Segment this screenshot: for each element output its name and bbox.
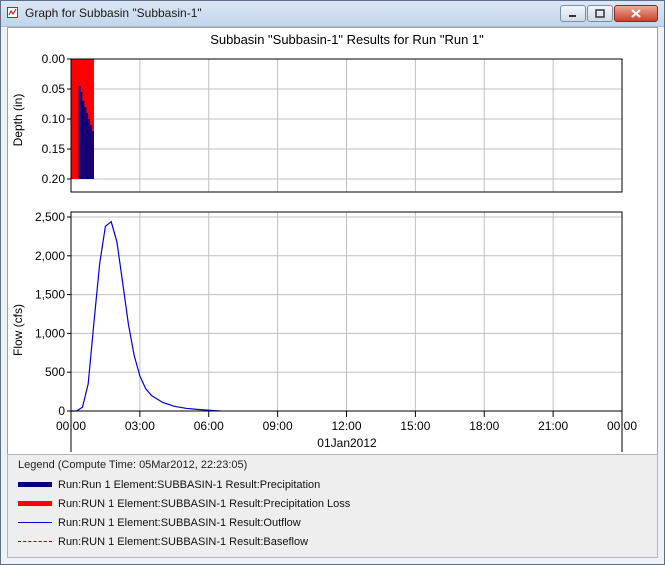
legend-label-precipitation-loss: Run:RUN 1 Element:SUBBASIN-1 Result:Prec… — [58, 498, 351, 510]
depth-grid — [70, 58, 623, 192]
precipitation-loss-swatch-bar — [18, 501, 52, 506]
legend-item-precipitation: Run:Run 1 Element:SUBBASIN-1 Result:Prec… — [18, 478, 320, 492]
flow-y-tick-label: 0 — [58, 404, 65, 418]
graph-app-icon — [7, 7, 18, 18]
flow-grid — [70, 212, 623, 412]
flow-x-tick-label: 21:00 — [538, 419, 568, 433]
close-icon — [631, 9, 641, 18]
flow-y-axis-label: Flow (cfs) — [11, 304, 25, 356]
depth-y-axis-label: Depth (in) — [11, 94, 25, 147]
flow-y-ticks: 0 500 1,000 1,500 2,000 2,500 — [35, 210, 71, 418]
precipitation-swatch-bar — [18, 482, 52, 487]
flow-x-tick-label: 18:00 — [469, 419, 499, 433]
legend-title: Legend (Compute Time: 05Mar2012, 22:23:0… — [18, 459, 248, 471]
graph-window: Graph for Subbasin "Subbasin-1" Subbasin… — [0, 0, 665, 565]
title-bar[interactable]: Graph for Subbasin "Subbasin-1" — [1, 1, 664, 27]
depth-y-tick-label: 0.05 — [42, 82, 66, 96]
legend-label-baseflow: Run:RUN 1 Element:SUBBASIN-1 Result:Base… — [58, 536, 309, 548]
legend-label-precipitation: Run:Run 1 Element:SUBBASIN-1 Result:Prec… — [58, 479, 321, 491]
legend-item-outflow: Run:RUN 1 Element:SUBBASIN-1 Result:Outf… — [18, 516, 301, 530]
legend-label-outflow: Run:RUN 1 Element:SUBBASIN-1 Result:Outf… — [58, 517, 301, 529]
window-title: Graph for Subbasin "Subbasin-1" — [25, 6, 202, 20]
precipitation-bar — [78, 86, 81, 179]
legend-swatch-precipitation — [18, 478, 52, 492]
depth-y-tick-label: 0.00 — [42, 52, 66, 66]
close-button[interactable] — [614, 5, 658, 22]
maximize-icon — [595, 9, 605, 18]
precipitation-bar — [84, 107, 87, 179]
minimize-icon — [569, 14, 576, 17]
chart-title: Subbasin "Subbasin-1" Results for Run "R… — [210, 32, 484, 47]
flow-panel: 05001,0001,5002,0002,500 00:00 03:00 06:00… — [11, 210, 637, 452]
legend-item-baseflow: Run:RUN 1 Element:SUBBASIN-1 Result:Base… — [18, 535, 308, 549]
precipitation-bar — [86, 113, 89, 179]
depth-y-ticks: 0.00 0.05 0.10 0.15 0.20 — [42, 52, 71, 186]
flow-y-tick-label: 2,000 — [35, 249, 65, 263]
results-chart: Subbasin "Subbasin-1" Results for Run "R… — [11, 32, 637, 452]
legend-swatch-outflow — [18, 516, 52, 530]
flow-y-tick-label: 500 — [45, 365, 65, 379]
flow-y-tick-label: 1,500 — [35, 288, 65, 302]
date-axis-label: 01Jan2012 — [317, 436, 377, 450]
precipitation-bar — [80, 92, 83, 179]
outflow-line — [71, 220, 221, 412]
flow-x-tick-label: 15:00 — [400, 419, 430, 433]
flow-x-tick-label: 12:00 — [331, 419, 361, 433]
flow-y-tick-label: 1,000 — [35, 326, 65, 340]
flow-x-tick-label: 09:00 — [263, 419, 293, 433]
depth-bars — [71, 59, 94, 179]
window-controls — [560, 5, 658, 22]
legend-swatch-baseflow — [18, 535, 52, 549]
legend-swatch-precipitation-loss — [18, 497, 52, 511]
depth-y-tick-label: 0.20 — [42, 172, 66, 186]
flow-x-tick-label: 06:00 — [194, 419, 224, 433]
depth-y-tick-label: 0.15 — [42, 142, 66, 156]
maximize-button[interactable] — [587, 5, 613, 22]
precipitation-bar — [92, 131, 94, 179]
precipitation-bar — [90, 125, 93, 179]
flow-x-tick-label: 03:00 — [125, 419, 155, 433]
precipitation-bar — [88, 119, 91, 179]
minimize-button[interactable] — [560, 5, 586, 22]
legend-item-precipitation-loss: Run:RUN 1 Element:SUBBASIN-1 Result:Prec… — [18, 497, 350, 511]
flow-y-tick-label: 2,500 — [35, 210, 65, 224]
legend-panel: Legend (Compute Time: 05Mar2012, 22:23:0… — [7, 454, 658, 558]
depth-panel: 0.00 0.05 0.10 0.15 0.20 Depth (in) — [11, 52, 623, 193]
depth-y-tick-label: 0.10 — [42, 112, 66, 126]
baseflow-swatch-line — [18, 541, 52, 542]
outflow-swatch-line — [18, 522, 52, 523]
precipitation-bar — [82, 101, 85, 179]
